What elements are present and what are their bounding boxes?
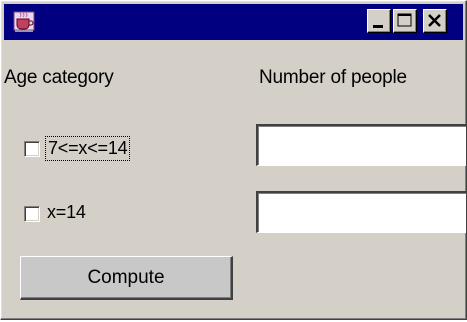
title-bar[interactable] (4, 4, 463, 40)
application-window: Age category Number of people 7<=x<=14 x… (0, 0, 467, 320)
close-icon (428, 14, 441, 27)
age-category-header: Age category (4, 67, 114, 88)
age-14-label[interactable]: x=14 (47, 202, 86, 223)
minimize-icon (373, 25, 383, 28)
close-button[interactable] (423, 9, 447, 33)
maximize-button[interactable] (393, 9, 417, 33)
age-range-7-14-count-input[interactable] (256, 124, 466, 166)
maximize-icon (397, 13, 412, 27)
age-14-count-input[interactable] (256, 191, 466, 233)
age-14-checkbox[interactable] (24, 206, 40, 222)
java-coffee-cup-icon[interactable] (12, 10, 38, 34)
compute-button[interactable]: Compute (20, 256, 233, 300)
age-range-7-14-label[interactable]: 7<=x<=14 (45, 136, 131, 161)
age-range-7-14-checkbox[interactable] (24, 141, 40, 157)
minimize-button[interactable] (367, 9, 391, 33)
number-of-people-header: Number of people (259, 67, 407, 88)
